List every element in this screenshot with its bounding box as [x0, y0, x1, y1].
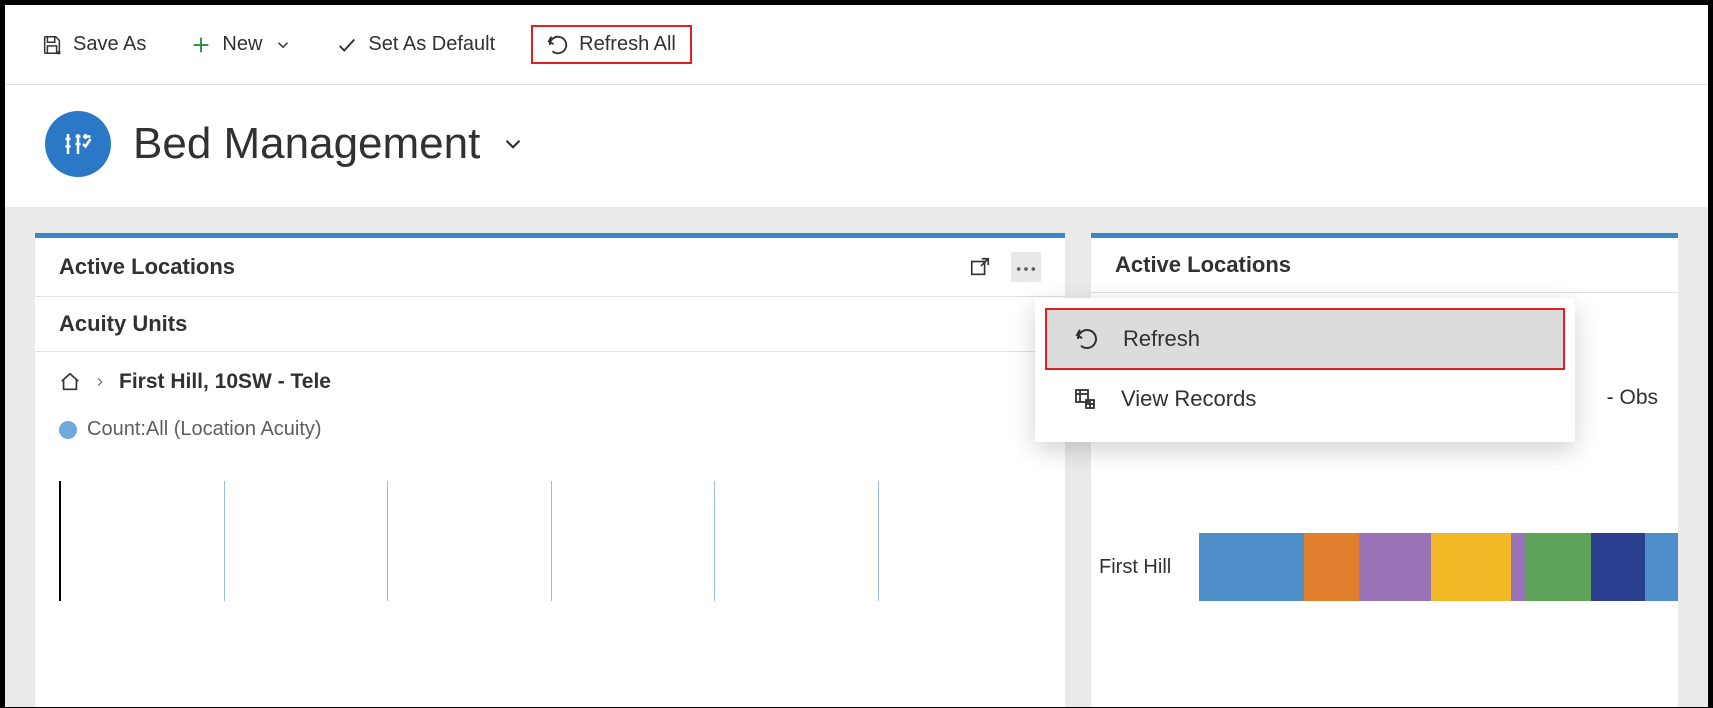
- bar-segment: [1199, 533, 1304, 601]
- more-options-button[interactable]: [1011, 252, 1041, 282]
- card-left-actions: [969, 252, 1041, 282]
- set-default-button[interactable]: Set As Default: [328, 29, 503, 60]
- save-as-button[interactable]: Save As: [33, 29, 154, 60]
- chevron-down-icon: [500, 131, 526, 157]
- stacked-bar-chart: First Hill: [1091, 533, 1678, 601]
- menu-refresh[interactable]: Refresh: [1045, 308, 1565, 370]
- checkmark-icon: [336, 34, 358, 56]
- refresh-icon: [1075, 327, 1099, 351]
- card-right-header: Active Locations: [1091, 238, 1678, 293]
- card-left-header: Active Locations: [35, 238, 1065, 297]
- bar-segment: [1645, 533, 1678, 601]
- chart-axis: [59, 481, 1041, 601]
- axis-tick: [224, 481, 388, 601]
- axis-tick: [714, 481, 878, 601]
- breadcrumb-fragment: - Obs: [1607, 386, 1658, 410]
- save-as-label: Save As: [73, 33, 146, 56]
- axis-tick: [59, 481, 224, 601]
- dashboard-badge-icon: [45, 111, 111, 177]
- bar-segment: [1591, 533, 1645, 601]
- set-default-label: Set As Default: [368, 33, 495, 56]
- bar-segment: [1359, 533, 1432, 601]
- save-icon: [41, 34, 63, 56]
- axis-tick: [878, 481, 1042, 601]
- refresh-all-button[interactable]: Refresh All: [531, 25, 692, 64]
- dashboard-body: Active Locations Acuity Units: [5, 207, 1708, 707]
- refresh-all-label: Refresh All: [579, 33, 676, 56]
- ellipsis-icon: [1015, 264, 1037, 274]
- chevron-down-icon: [274, 36, 292, 54]
- expand-icon[interactable]: [969, 256, 991, 278]
- axis-tick: [551, 481, 715, 601]
- stacked-bar-label: First Hill: [1099, 556, 1171, 579]
- menu-view-records-label: View Records: [1121, 386, 1256, 412]
- menu-view-records[interactable]: View Records: [1045, 370, 1565, 428]
- page-title-label: Bed Management: [133, 119, 480, 169]
- chart-legend: Count:All (Location Acuity): [35, 404, 1065, 451]
- bar-segment: [1431, 533, 1511, 601]
- page-title[interactable]: Bed Management: [133, 119, 526, 169]
- breadcrumb: First Hill, 10SW - Tele: [35, 352, 1065, 404]
- card-active-locations-left: Active Locations Acuity Units: [35, 233, 1065, 707]
- context-menu: Refresh View Records: [1035, 298, 1575, 442]
- toolbar: Save As New Set As Default Refresh All: [5, 5, 1708, 85]
- plus-icon: [190, 34, 212, 56]
- breadcrumb-location[interactable]: First Hill, 10SW - Tele: [119, 370, 331, 394]
- new-label: New: [222, 33, 262, 56]
- bar-segment: [1511, 533, 1526, 601]
- legend-label: Count:All (Location Acuity): [87, 418, 322, 441]
- axis-tick: [387, 481, 551, 601]
- menu-refresh-label: Refresh: [1123, 326, 1200, 352]
- bar-segment: [1304, 533, 1358, 601]
- page-title-row: Bed Management: [5, 85, 1708, 207]
- legend-dot-icon: [59, 421, 77, 439]
- card-left-title: Active Locations: [59, 254, 235, 280]
- stacked-bar: [1199, 533, 1678, 601]
- records-icon: [1073, 387, 1097, 411]
- chevron-right-icon: [93, 375, 107, 389]
- card-right-title: Active Locations: [1115, 252, 1291, 278]
- card-left-subtitle: Acuity Units: [35, 297, 1065, 352]
- bar-segment: [1526, 533, 1591, 601]
- card-active-locations-right: Active Locations Refresh View Records - …: [1091, 233, 1678, 707]
- new-button[interactable]: New: [182, 29, 300, 60]
- refresh-icon: [547, 34, 569, 56]
- home-icon[interactable]: [59, 371, 81, 393]
